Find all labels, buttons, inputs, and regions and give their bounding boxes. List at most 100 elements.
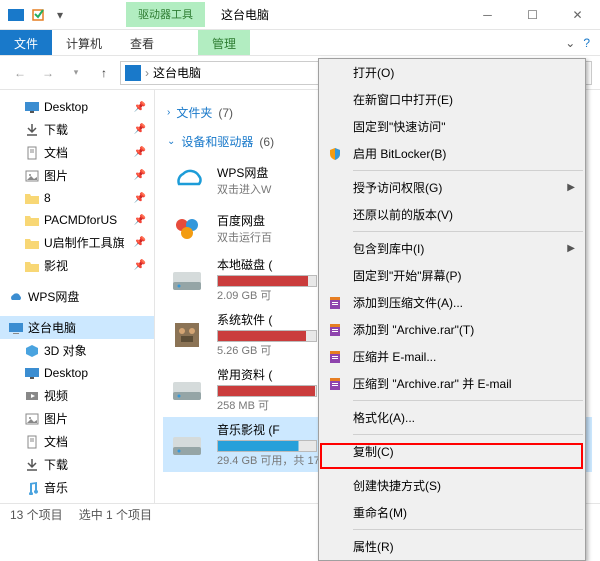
menu-separator — [353, 231, 583, 232]
tree-icon — [24, 258, 40, 274]
properties-icon[interactable] — [30, 7, 46, 23]
tree-item-quick[interactable]: 图片📌 — [0, 164, 154, 187]
menu-item[interactable]: 复制(C) — [319, 438, 585, 465]
device-subtitle: 258 MB 可 — [217, 397, 317, 413]
chevron-down-icon: ⌄ — [167, 136, 175, 147]
tree-icon — [24, 411, 40, 427]
tree-icon — [24, 99, 40, 115]
window-controls: ─ ☐ ✕ — [465, 0, 600, 30]
tree-item-quick[interactable]: 影视📌 — [0, 254, 154, 277]
pin-icon: 📌 — [134, 102, 146, 113]
storage-bar — [217, 330, 317, 342]
pin-icon: 📌 — [134, 215, 146, 226]
tree-item-quick[interactable]: 8📌 — [0, 187, 154, 209]
menu-item[interactable]: 在新窗口中打开(E) — [319, 86, 585, 113]
tree-item-thispc[interactable]: 这台电脑 — [0, 316, 154, 339]
menu-item[interactable]: 属性(R) — [319, 533, 585, 560]
menu-item[interactable]: 包含到库中(I)▶ — [319, 235, 585, 262]
pin-icon: 📌 — [134, 147, 146, 158]
storage-bar — [217, 385, 317, 397]
tree-icon — [24, 168, 40, 184]
selection-count: 选中 1 个项目 — [79, 506, 152, 523]
menu-item[interactable]: 压缩并 E-mail... — [319, 343, 585, 370]
tree-item-wps[interactable]: WPS网盘 — [0, 285, 154, 308]
menu-item[interactable]: 固定到"开始"屏幕(P) — [319, 262, 585, 289]
forward-button: → — [36, 61, 60, 85]
qat-dropdown-icon[interactable]: ▾ — [52, 7, 68, 23]
manage-tab[interactable]: 管理 — [198, 30, 250, 55]
pin-icon: 📌 — [134, 124, 146, 135]
menu-item[interactable]: 启用 BitLocker(B) — [319, 140, 585, 167]
view-tab[interactable]: 查看 — [116, 30, 168, 55]
tree-icon — [24, 235, 40, 251]
device-subtitle: 双击运行百 — [217, 229, 272, 245]
menu-item[interactable]: 格式化(A)... — [319, 404, 585, 431]
pin-icon: 📌 — [134, 170, 146, 181]
menu-item[interactable]: 添加到 "Archive.rar"(T) — [319, 316, 585, 343]
device-icon — [167, 370, 207, 410]
back-button[interactable]: ← — [8, 61, 32, 85]
menu-item[interactable]: 授予访问权限(G)▶ — [319, 174, 585, 201]
tree-item-quick[interactable]: Desktop📌 — [0, 96, 154, 118]
close-button[interactable]: ✕ — [555, 0, 600, 30]
ribbon: 文件 计算机 查看 管理 ⌄ ? — [0, 30, 600, 56]
device-name: 本地磁盘 ( — [217, 256, 317, 273]
archive-icon — [327, 322, 343, 338]
contextual-tabs: 驱动器工具 这台电脑 — [126, 2, 285, 27]
chevron-right-icon: › — [167, 107, 170, 118]
submenu-arrow-icon: ▶ — [567, 243, 575, 254]
menu-item[interactable]: 压缩到 "Archive.rar" 并 E-mail — [319, 370, 585, 397]
device-name: 常用资料 ( — [217, 366, 317, 383]
up-button[interactable]: ↑ — [92, 61, 116, 85]
archive-icon — [327, 295, 343, 311]
ribbon-expand-icon[interactable]: ⌄ — [565, 36, 575, 50]
menu-item[interactable]: 固定到"快速访问" — [319, 113, 585, 140]
pc-icon — [125, 65, 141, 81]
menu-item[interactable]: 还原以前的版本(V) — [319, 201, 585, 228]
tree-icon — [8, 289, 24, 305]
menu-separator — [353, 400, 583, 401]
tree-item-quick[interactable]: 下载📌 — [0, 118, 154, 141]
device-name: 百度网盘 — [217, 212, 272, 229]
tree-item-pc-child[interactable]: 视频 — [0, 384, 154, 407]
recent-dropdown[interactable]: ▾ — [64, 61, 88, 85]
tree-item-pc-child[interactable]: 下载 — [0, 453, 154, 476]
menu-item[interactable]: 添加到压缩文件(A)... — [319, 289, 585, 316]
device-icon — [167, 260, 207, 300]
tree-item-pc-child[interactable]: 3D 对象 — [0, 339, 154, 362]
tree-item-quick[interactable]: U启制作工具旗📌 — [0, 231, 154, 254]
tree-item-pc-child[interactable]: 图片 — [0, 407, 154, 430]
menu-separator — [353, 170, 583, 171]
tree-item-quick[interactable]: 文档📌 — [0, 141, 154, 164]
menu-separator — [353, 468, 583, 469]
help-icon[interactable]: ? — [583, 36, 590, 50]
menu-item[interactable]: 重命名(M) — [319, 499, 585, 526]
tree-item-pc-child[interactable]: Desktop — [0, 362, 154, 384]
device-icon — [167, 425, 207, 465]
tree-icon — [24, 480, 40, 496]
quick-access-toolbar: ▾ — [0, 7, 76, 23]
drive-tools-tab[interactable]: 驱动器工具 — [126, 2, 205, 27]
tree-icon — [24, 434, 40, 450]
menu-item[interactable]: 打开(O) — [319, 59, 585, 86]
breadcrumb[interactable]: 这台电脑 — [153, 64, 201, 81]
menu-separator — [353, 529, 583, 530]
maximize-button[interactable]: ☐ — [510, 0, 555, 30]
tree-item-pc-child[interactable]: 音乐 — [0, 476, 154, 499]
tree-item-pc-child[interactable]: 文档 — [0, 430, 154, 453]
device-subtitle: 2.09 GB 可 — [217, 287, 317, 303]
device-subtitle: 双击进入W — [217, 181, 271, 197]
tree-item-quick[interactable]: PACMDforUS📌 — [0, 209, 154, 231]
device-name: 系统软件 ( — [217, 311, 317, 328]
tree-icon — [8, 320, 24, 336]
menu-item[interactable]: 创建快捷方式(S) — [319, 472, 585, 499]
archive-icon — [327, 349, 343, 365]
shield-icon — [327, 146, 343, 162]
pin-icon: 📌 — [134, 260, 146, 271]
tree-icon — [24, 365, 40, 381]
minimize-button[interactable]: ─ — [465, 0, 510, 30]
tree-icon — [24, 343, 40, 359]
tree-icon — [24, 145, 40, 161]
computer-tab[interactable]: 计算机 — [52, 30, 116, 55]
file-tab[interactable]: 文件 — [0, 30, 52, 55]
